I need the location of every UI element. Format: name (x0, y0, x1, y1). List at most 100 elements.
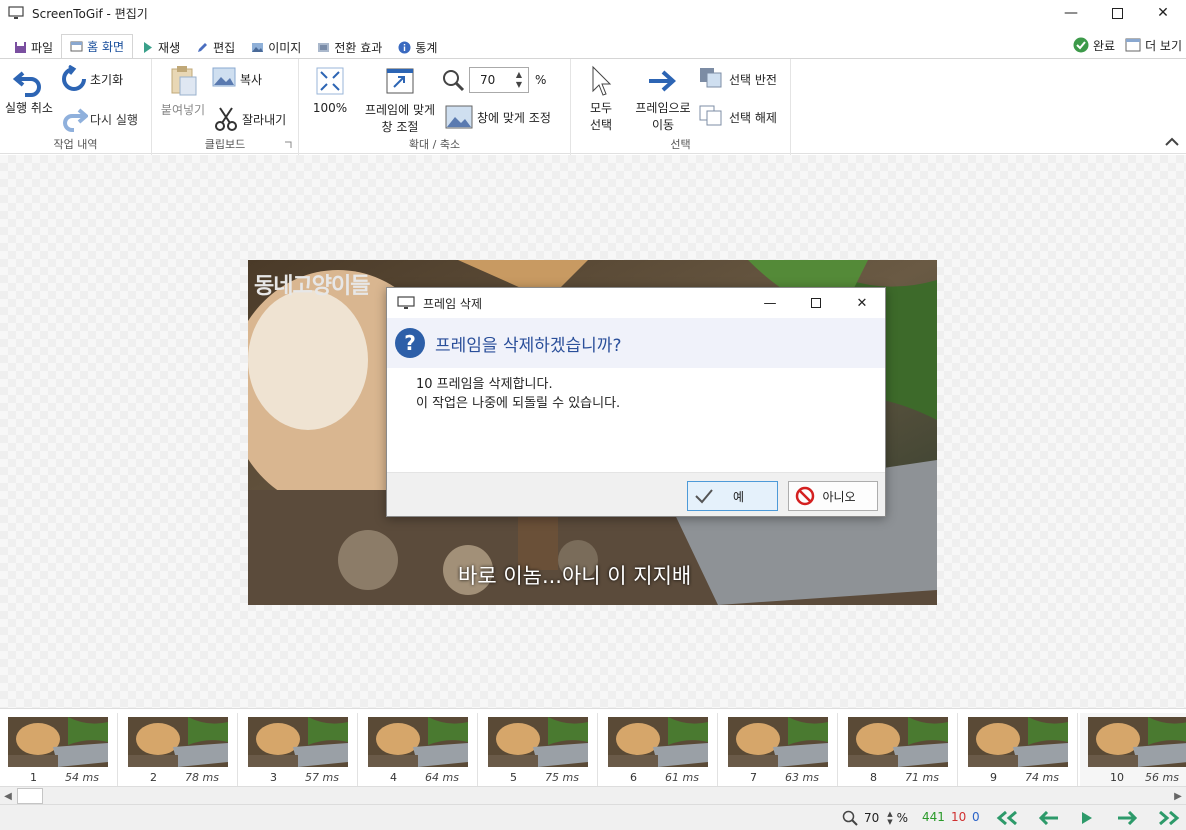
thumbnail-picture (128, 717, 228, 767)
minimize-button[interactable]: — (1048, 0, 1094, 26)
tab-label: 파일 (31, 40, 54, 55)
status-percent: % (896, 811, 909, 825)
dialog-close-button[interactable]: ✕ (839, 288, 885, 318)
frame-thumbnail-image (248, 717, 348, 767)
thumbnail-picture (608, 717, 708, 767)
paste-button[interactable]: 붙여넣기 (156, 65, 210, 118)
tab-edit[interactable]: 편집 (188, 36, 243, 58)
cut-label: 잘라내기 (242, 112, 287, 127)
select-all-button[interactable]: 모두 선택 (583, 65, 619, 133)
dialog-maximize-button[interactable] (793, 288, 839, 318)
fit-frame-button[interactable]: 프레임에 맞게 창 조절 (357, 65, 443, 135)
home-icon (70, 41, 83, 52)
zoom-spinner[interactable]: ▲ ▼ (516, 70, 522, 90)
previous-frame-button[interactable] (1035, 809, 1063, 827)
group-clipboard: 붙여넣기 복사 잘라내기 클립보드 (152, 59, 299, 155)
frame-delay: 56 ms (1145, 771, 1179, 784)
frame-number: 9 (990, 771, 997, 784)
zoom-100-button[interactable]: 100% (309, 65, 351, 115)
paste-icon (171, 66, 197, 96)
ribbon-tabs: 파일 홈 화면 재생 편집 이미지 전환 효과 통계 완료 더 보기 (0, 34, 1186, 58)
tab-image[interactable]: 이미지 (243, 36, 309, 58)
dialog-launcher-icon[interactable] (284, 141, 292, 149)
frame-thumbnail[interactable]: 4 64 ms (360, 713, 478, 787)
no-button[interactable]: 아니오 (788, 481, 878, 511)
maximize-icon (1111, 7, 1123, 19)
arrow-left-icon (1038, 811, 1058, 825)
zoom-input[interactable]: 70 ▲ ▼ (469, 67, 529, 93)
dialog-header: ? 프레임을 삭제하겠습니까? (387, 318, 885, 368)
tab-statistics[interactable]: 통계 (390, 36, 445, 58)
play-button[interactable] (1073, 809, 1101, 827)
tab-playback[interactable]: 재생 (133, 36, 188, 58)
undo-button[interactable]: 실행 취소 (0, 65, 58, 116)
frame-thumbnail[interactable]: 10 56 ms (1080, 713, 1186, 787)
close-button[interactable]: ✕ (1140, 0, 1186, 26)
play-icon (1082, 812, 1092, 824)
play-icon (144, 41, 153, 53)
paste-label: 붙여넣기 (160, 103, 206, 117)
reset-button[interactable]: 초기화 (60, 65, 123, 93)
scrollbar-thumb[interactable] (17, 788, 43, 804)
frame-number: 2 (150, 771, 157, 784)
status-zoom-value[interactable]: 70 (864, 811, 879, 825)
dialog-message-1: 10 프레임을 삭제합니다. (416, 377, 553, 392)
zoom-percent: % (535, 73, 547, 87)
frame-number: 5 (510, 771, 517, 784)
redo-button[interactable]: 다시 실행 (60, 105, 138, 133)
frame-delay: 71 ms (905, 771, 939, 784)
tab-home[interactable]: 홈 화면 (61, 34, 134, 58)
cut-button[interactable]: 잘라내기 (212, 105, 286, 133)
yes-button[interactable]: 예 (687, 481, 778, 511)
frame-thumbnail[interactable]: 6 61 ms (600, 713, 718, 787)
no-label: 아니오 (822, 489, 856, 504)
fit-window-button[interactable]: 창에 맞게 조정 (445, 105, 551, 129)
select-all-label-1: 모두 (589, 101, 613, 115)
image-icon (252, 42, 264, 52)
zoom-value: 70 (480, 73, 496, 87)
frame-delay: 75 ms (545, 771, 579, 784)
frame-thumbnail[interactable]: 3 57 ms (240, 713, 358, 787)
tab-transitions[interactable]: 전환 효과 (309, 36, 390, 58)
goto-frame-label-2: 이동 (651, 118, 675, 132)
last-frame-button[interactable] (1154, 809, 1182, 827)
copy-button[interactable]: 복사 (212, 67, 262, 91)
invert-selection-button[interactable]: 선택 반전 (699, 67, 777, 91)
more-button[interactable]: 더 보기 (1125, 37, 1182, 54)
question-icon: ? (395, 328, 425, 358)
group-select: 모두 선택 프레임으로 이동 선택 반전 선택 해제 선택 (571, 59, 791, 155)
deselect-button[interactable]: 선택 해제 (699, 105, 777, 129)
group-zoom: 100% 프레임에 맞게 창 조절 70 ▲ ▼ % 창에 맞게 조정 확대 / … (299, 59, 571, 155)
frame-thumbnail[interactable]: 8 71 ms (840, 713, 958, 787)
dialog-minimize-button[interactable]: — (747, 288, 793, 318)
scroll-left-icon[interactable]: ◀ (0, 788, 16, 804)
filmstrip-scrollbar[interactable]: ◀ ▶ (0, 786, 1186, 804)
cursor-icon (592, 65, 612, 96)
maximize-icon (811, 298, 821, 308)
next-frame-button[interactable] (1113, 809, 1141, 827)
frame-thumbnail[interactable]: 1 54 ms (0, 713, 118, 787)
deselect-label: 선택 해제 (729, 110, 777, 125)
frame-thumbnail[interactable]: 2 78 ms (120, 713, 238, 787)
maximize-button[interactable] (1094, 0, 1140, 26)
save-icon (15, 41, 26, 53)
done-button[interactable]: 완료 (1073, 37, 1115, 54)
cancel-icon (795, 486, 815, 506)
magnifier-icon (443, 70, 465, 92)
collapse-ribbon-icon[interactable] (1164, 137, 1180, 147)
scroll-right-icon[interactable]: ▶ (1170, 788, 1186, 804)
frame-thumbnail[interactable]: 5 75 ms (480, 713, 598, 787)
magnifier-icon (842, 810, 858, 826)
fit-frame-label-1: 프레임에 맞게 (364, 103, 436, 117)
dialog-body: 10 프레임을 삭제합니다. 이 작업은 나중에 되돌릴 수 있습니다. (387, 368, 885, 474)
status-zoom-spinner[interactable]: ▲ ▼ (887, 810, 892, 826)
status-zoom: 70 ▲ ▼ % (842, 810, 908, 826)
group-label-zoom: 확대 / 축소 (408, 138, 461, 151)
goto-frame-button[interactable]: 프레임으로 이동 (627, 65, 699, 133)
tab-file[interactable]: 파일 (6, 36, 61, 58)
frame-thumbnail[interactable]: 7 63 ms (720, 713, 838, 787)
frame-thumbnail[interactable]: 9 74 ms (960, 713, 1078, 787)
yes-label: 예 (732, 489, 745, 504)
video-caption: 바로 이놈...아니 이 지지배 (458, 564, 692, 588)
first-frame-button[interactable] (994, 809, 1022, 827)
